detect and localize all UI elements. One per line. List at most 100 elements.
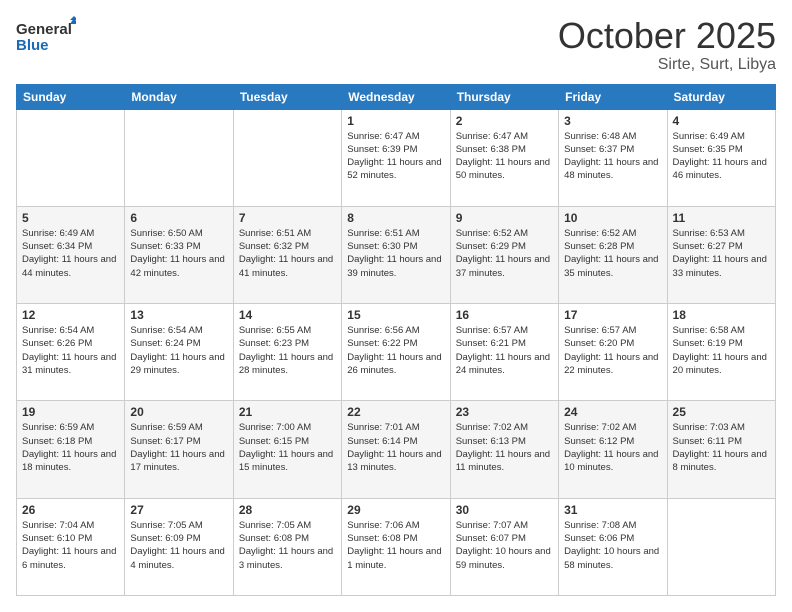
- calendar-cell: 6 Sunrise: 6:50 AM Sunset: 6:33 PM Daylig…: [125, 206, 233, 303]
- calendar-cell: 15 Sunrise: 6:56 AM Sunset: 6:22 PM Dayli…: [342, 304, 450, 401]
- calendar-cell: 30 Sunrise: 7:07 AM Sunset: 6:07 PM Dayli…: [450, 498, 558, 595]
- day-info: Sunrise: 7:03 AM Sunset: 6:11 PM Dayligh…: [673, 421, 770, 474]
- day-number: 21: [239, 405, 336, 419]
- day-info: Sunrise: 7:02 AM Sunset: 6:13 PM Dayligh…: [456, 421, 553, 474]
- calendar-week-row: 19 Sunrise: 6:59 AM Sunset: 6:18 PM Dayli…: [17, 401, 776, 498]
- calendar-cell: 23 Sunrise: 7:02 AM Sunset: 6:13 PM Dayli…: [450, 401, 558, 498]
- day-info: Sunrise: 6:58 AM Sunset: 6:19 PM Dayligh…: [673, 324, 770, 377]
- calendar-week-row: 12 Sunrise: 6:54 AM Sunset: 6:26 PM Dayli…: [17, 304, 776, 401]
- day-info: Sunrise: 7:00 AM Sunset: 6:15 PM Dayligh…: [239, 421, 336, 474]
- day-number: 10: [564, 211, 661, 225]
- calendar-week-row: 26Sunrise: 7:04 AM Sunset: 6:10 PM Dayli…: [17, 498, 776, 595]
- day-info: Sunrise: 6:51 AM Sunset: 6:30 PM Dayligh…: [347, 227, 444, 280]
- calendar-cell: 14 Sunrise: 6:55 AM Sunset: 6:23 PM Dayli…: [233, 304, 341, 401]
- calendar-day-header: Tuesday: [233, 84, 341, 109]
- calendar-cell: 13 Sunrise: 6:54 AM Sunset: 6:24 PM Dayli…: [125, 304, 233, 401]
- day-number: 6: [130, 211, 227, 225]
- day-info: Sunrise: 7:06 AM Sunset: 6:08 PM Dayligh…: [347, 519, 444, 572]
- day-info: Sunrise: 6:52 AM Sunset: 6:29 PM Dayligh…: [456, 227, 553, 280]
- day-info: Sunrise: 6:54 AM Sunset: 6:24 PM Dayligh…: [130, 324, 227, 377]
- day-number: 17: [564, 308, 661, 322]
- day-info: Sunrise: 7:07 AM Sunset: 6:07 PM Dayligh…: [456, 519, 553, 572]
- day-number: 14: [239, 308, 336, 322]
- day-info: Sunrise: 6:48 AM Sunset: 6:37 PM Dayligh…: [564, 130, 661, 183]
- day-info: Sunrise: 7:05 AM Sunset: 6:09 PM Dayligh…: [130, 519, 227, 572]
- day-number: 29: [347, 503, 444, 517]
- day-number: 31: [564, 503, 661, 517]
- month-title: October 2025: [558, 16, 776, 56]
- day-info: Sunrise: 6:57 AM Sunset: 6:20 PM Dayligh…: [564, 324, 661, 377]
- svg-text:Blue: Blue: [16, 37, 49, 54]
- day-number: 12: [22, 308, 119, 322]
- calendar-week-row: 5 Sunrise: 6:49 AM Sunset: 6:34 PM Daylig…: [17, 206, 776, 303]
- calendar-cell: 11Sunrise: 6:53 AM Sunset: 6:27 PM Dayli…: [667, 206, 775, 303]
- day-number: 20: [130, 405, 227, 419]
- calendar-cell: 21 Sunrise: 7:00 AM Sunset: 6:15 PM Dayli…: [233, 401, 341, 498]
- day-info: Sunrise: 6:59 AM Sunset: 6:18 PM Dayligh…: [22, 421, 119, 474]
- page: General Blue October 2025 Sirte, Surt, L…: [0, 0, 792, 612]
- calendar-cell: 1Sunrise: 6:47 AM Sunset: 6:39 PM Daylig…: [342, 109, 450, 206]
- calendar-cell: 18 Sunrise: 6:58 AM Sunset: 6:19 PM Dayli…: [667, 304, 775, 401]
- calendar-cell: 25 Sunrise: 7:03 AM Sunset: 6:11 PM Dayli…: [667, 401, 775, 498]
- day-number: 13: [130, 308, 227, 322]
- day-number: 5: [22, 211, 119, 225]
- day-info: Sunrise: 6:50 AM Sunset: 6:33 PM Dayligh…: [130, 227, 227, 280]
- day-number: 11: [673, 211, 770, 225]
- day-info: Sunrise: 7:01 AM Sunset: 6:14 PM Dayligh…: [347, 421, 444, 474]
- logo-svg: General Blue: [16, 16, 76, 56]
- day-info: Sunrise: 6:51 AM Sunset: 6:32 PM Dayligh…: [239, 227, 336, 280]
- day-number: 23: [456, 405, 553, 419]
- day-info: Sunrise: 6:56 AM Sunset: 6:22 PM Dayligh…: [347, 324, 444, 377]
- calendar-cell: [667, 498, 775, 595]
- calendar-cell: 22 Sunrise: 7:01 AM Sunset: 6:14 PM Dayli…: [342, 401, 450, 498]
- day-number: 1: [347, 114, 444, 128]
- day-info: Sunrise: 6:55 AM Sunset: 6:23 PM Dayligh…: [239, 324, 336, 377]
- day-info: Sunrise: 7:05 AM Sunset: 6:08 PM Dayligh…: [239, 519, 336, 572]
- calendar-cell: 28 Sunrise: 7:05 AM Sunset: 6:08 PM Dayli…: [233, 498, 341, 595]
- calendar-cell: [125, 109, 233, 206]
- calendar-cell: 16Sunrise: 6:57 AM Sunset: 6:21 PM Dayli…: [450, 304, 558, 401]
- day-number: 2: [456, 114, 553, 128]
- day-number: 19: [22, 405, 119, 419]
- day-number: 7: [239, 211, 336, 225]
- day-info: Sunrise: 6:47 AM Sunset: 6:38 PM Dayligh…: [456, 130, 553, 183]
- day-info: Sunrise: 6:59 AM Sunset: 6:17 PM Dayligh…: [130, 421, 227, 474]
- calendar-table: SundayMondayTuesdayWednesdayThursdayFrid…: [16, 84, 776, 596]
- calendar-cell: 2 Sunrise: 6:47 AM Sunset: 6:38 PM Daylig…: [450, 109, 558, 206]
- calendar-cell: [233, 109, 341, 206]
- logo: General Blue: [16, 16, 76, 56]
- calendar-cell: 3Sunrise: 6:48 AM Sunset: 6:37 PM Daylig…: [559, 109, 667, 206]
- day-number: 16: [456, 308, 553, 322]
- day-info: Sunrise: 6:52 AM Sunset: 6:28 PM Dayligh…: [564, 227, 661, 280]
- day-number: 9: [456, 211, 553, 225]
- day-number: 28: [239, 503, 336, 517]
- calendar-day-header: Thursday: [450, 84, 558, 109]
- calendar-cell: 20 Sunrise: 6:59 AM Sunset: 6:17 PM Dayli…: [125, 401, 233, 498]
- calendar-cell: 7 Sunrise: 6:51 AM Sunset: 6:32 PM Daylig…: [233, 206, 341, 303]
- day-info: Sunrise: 6:54 AM Sunset: 6:26 PM Dayligh…: [22, 324, 119, 377]
- calendar-cell: [17, 109, 125, 206]
- day-number: 18: [673, 308, 770, 322]
- day-number: 8: [347, 211, 444, 225]
- calendar-cell: 31Sunrise: 7:08 AM Sunset: 6:06 PM Dayli…: [559, 498, 667, 595]
- calendar-day-header: Friday: [559, 84, 667, 109]
- calendar-cell: 9 Sunrise: 6:52 AM Sunset: 6:29 PM Daylig…: [450, 206, 558, 303]
- calendar-cell: 8 Sunrise: 6:51 AM Sunset: 6:30 PM Daylig…: [342, 206, 450, 303]
- day-number: 30: [456, 503, 553, 517]
- day-number: 26: [22, 503, 119, 517]
- calendar-day-header: Monday: [125, 84, 233, 109]
- calendar-body: 1Sunrise: 6:47 AM Sunset: 6:39 PM Daylig…: [17, 109, 776, 595]
- day-info: Sunrise: 6:49 AM Sunset: 6:34 PM Dayligh…: [22, 227, 119, 280]
- calendar-cell: 17 Sunrise: 6:57 AM Sunset: 6:20 PM Dayli…: [559, 304, 667, 401]
- day-number: 24: [564, 405, 661, 419]
- day-number: 15: [347, 308, 444, 322]
- calendar-cell: 4 Sunrise: 6:49 AM Sunset: 6:35 PM Daylig…: [667, 109, 775, 206]
- calendar-cell: 10 Sunrise: 6:52 AM Sunset: 6:28 PM Dayli…: [559, 206, 667, 303]
- calendar-cell: 26Sunrise: 7:04 AM Sunset: 6:10 PM Dayli…: [17, 498, 125, 595]
- calendar-week-row: 1Sunrise: 6:47 AM Sunset: 6:39 PM Daylig…: [17, 109, 776, 206]
- day-number: 4: [673, 114, 770, 128]
- day-number: 22: [347, 405, 444, 419]
- day-info: Sunrise: 6:49 AM Sunset: 6:35 PM Dayligh…: [673, 130, 770, 183]
- calendar-cell: 24Sunrise: 7:02 AM Sunset: 6:12 PM Dayli…: [559, 401, 667, 498]
- day-number: 25: [673, 405, 770, 419]
